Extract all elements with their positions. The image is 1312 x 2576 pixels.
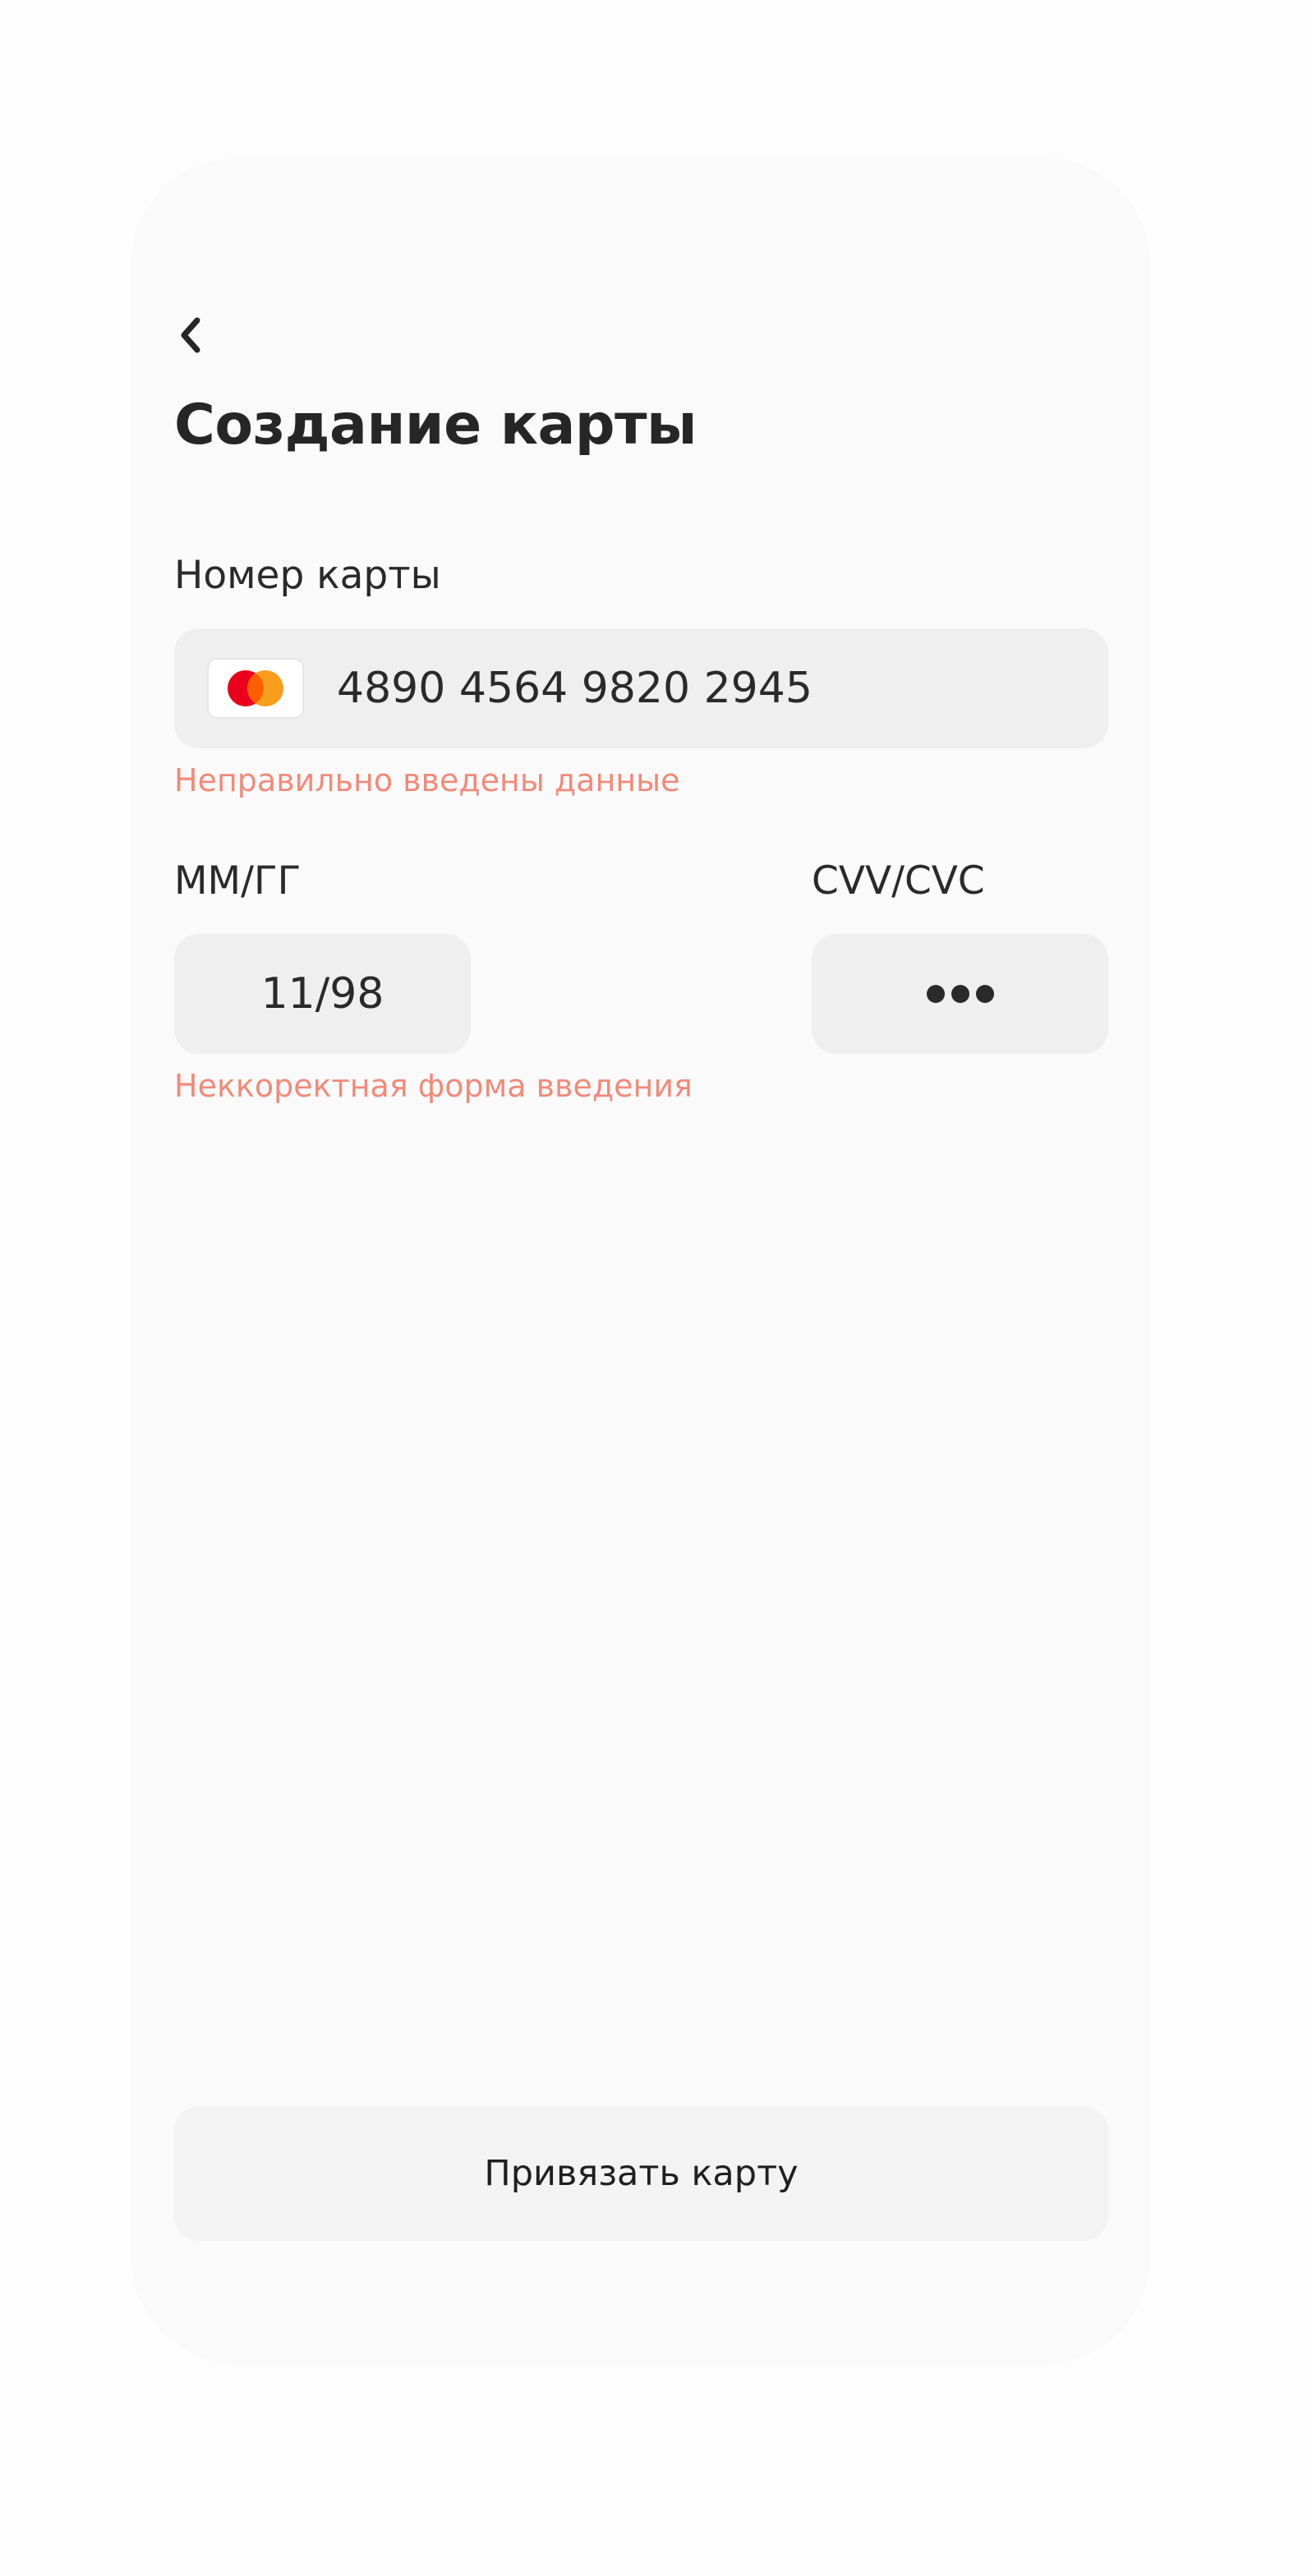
page-title: Создание карты [174, 393, 697, 458]
masked-digit [975, 985, 994, 1003]
mastercard-logo-icon [207, 658, 304, 719]
screen-container [131, 158, 1150, 2364]
expiry-error: Неккоректная форма введения [174, 1068, 693, 1104]
back-button[interactable] [174, 308, 232, 366]
card-number-error: Неправильно введены данные [174, 762, 680, 798]
masked-digit [951, 985, 969, 1003]
masked-digit [926, 985, 945, 1003]
chevron-left-icon [174, 312, 207, 361]
link-card-button-label: Привязать карту [484, 2153, 799, 2194]
card-number-value: 4890 4564 9820 2945 [337, 664, 813, 713]
expiry-field[interactable]: 11/98 [174, 934, 471, 1054]
card-number-field[interactable]: 4890 4564 9820 2945 [174, 628, 1108, 748]
cvv-field[interactable] [812, 934, 1108, 1054]
card-number-label: Номер карты [174, 553, 441, 598]
link-card-button[interactable]: Привязать карту [174, 2106, 1108, 2241]
cvv-label: CVV/CVC [812, 858, 985, 904]
expiry-label: ММ/ГГ [174, 858, 302, 904]
expiry-value: 11/98 [260, 969, 384, 1019]
